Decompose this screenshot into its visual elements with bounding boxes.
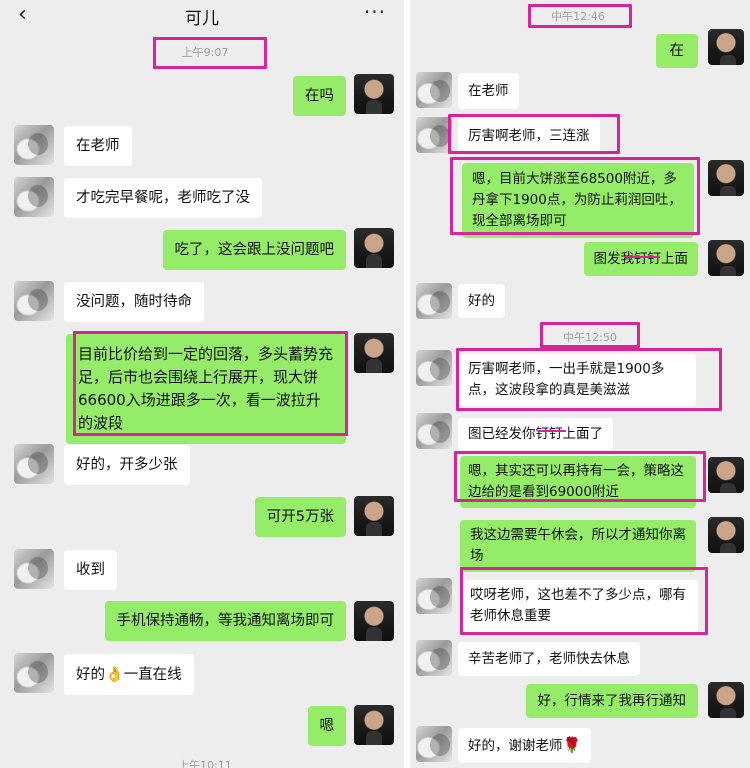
avatar[interactable]: [416, 578, 452, 614]
right-chat-panel: 中午12:46 在 在老师 厉害啊老师，三连涨 嗯，目前大饼涨至68500附近，…: [410, 0, 750, 768]
message-bubble-sent[interactable]: 嗯，目前大饼涨至68500附近，多丹拿下1900点，为防止莉润回吐，现全部离场即…: [462, 163, 694, 238]
ok-hand-emoji-icon: 👌: [105, 665, 124, 683]
chat-header: ‹ 可儿 ···: [0, 0, 404, 30]
avatar[interactable]: [416, 283, 452, 319]
message-bubble-sent[interactable]: 嗯，其实还可以再持有一会，策略这边给的是看到69000附近: [460, 456, 696, 508]
avatar[interactable]: [354, 228, 394, 268]
avatar[interactable]: [14, 653, 54, 693]
message-bubble-sent[interactable]: 在: [655, 34, 698, 68]
message-bubble-sent[interactable]: 可开5万张: [254, 497, 346, 537]
message-bubble-received[interactable]: 厉害啊老师，一出手就是1900多点，这波段拿的真是美滋滋: [460, 354, 696, 406]
message-bubble-received[interactable]: 收到: [64, 550, 117, 590]
message-bubble-received[interactable]: 图已经发你钉钉上面了: [458, 418, 613, 450]
message-bubble-received[interactable]: 好的: [458, 284, 505, 318]
avatar[interactable]: [708, 240, 744, 276]
message-text: 一直在线: [123, 667, 182, 683]
strikethrough-mark: [538, 430, 566, 432]
avatar[interactable]: [354, 496, 394, 536]
message-bubble-sent[interactable]: 嗯: [307, 706, 346, 746]
message-bubble-received[interactable]: 在老师: [64, 126, 132, 166]
avatar[interactable]: [416, 117, 452, 153]
message-bubble-sent[interactable]: 我这边需要午休会，所以才通知你离场: [460, 520, 696, 572]
message-bubble-sent[interactable]: 吃了，这会跟上没问题吧: [162, 230, 346, 270]
avatar[interactable]: [354, 705, 394, 745]
avatar[interactable]: [416, 413, 452, 449]
avatar[interactable]: [708, 29, 744, 65]
message-bubble-received[interactable]: 辛苦老师了，老师快去休息: [458, 642, 640, 676]
timestamp: 中午12:50: [563, 331, 617, 344]
rose-emoji-icon: 🌹: [562, 736, 582, 754]
avatar[interactable]: [416, 726, 452, 762]
avatar[interactable]: [708, 160, 744, 196]
chat-title: 可儿: [185, 9, 219, 29]
message-bubble-received[interactable]: 没问题，随时待命: [64, 282, 204, 322]
avatar[interactable]: [354, 74, 394, 114]
avatar[interactable]: [14, 549, 54, 589]
message-bubble-sent[interactable]: 手机保持通畅，等我通知离场即可: [104, 601, 346, 641]
message-bubble-sent[interactable]: 好，行情来了我再行通知: [525, 684, 698, 718]
message-text: 好的，谢谢老师: [468, 738, 563, 754]
message-bubble-received[interactable]: 哎呀老师，这也差不了多少点，哪有老师休息重要: [462, 580, 698, 632]
message-bubble-received[interactable]: 在老师: [458, 73, 519, 109]
avatar[interactable]: [14, 125, 54, 165]
message-bubble-received[interactable]: 好的，谢谢老师🌹: [458, 728, 592, 763]
avatar[interactable]: [354, 333, 394, 373]
more-icon[interactable]: ···: [364, 0, 386, 24]
message-bubble-received[interactable]: 好的，开多少张: [64, 445, 190, 485]
avatar[interactable]: [14, 177, 54, 217]
message-text: 好的: [76, 667, 105, 683]
message-bubble-sent[interactable]: 图发我钉钉上面: [583, 242, 698, 276]
message-bubble-sent[interactable]: 在吗: [293, 76, 346, 116]
avatar[interactable]: [416, 640, 452, 676]
timestamp: 上午10:11: [178, 759, 232, 768]
avatar[interactable]: [708, 457, 744, 493]
message-bubble-received[interactable]: 厉害啊老师，三连涨: [458, 118, 600, 154]
timestamp: 上午9:07: [181, 46, 229, 59]
avatar[interactable]: [354, 601, 394, 641]
avatar[interactable]: [14, 281, 54, 321]
left-chat-panel: ‹ 可儿 ··· 上午9:07 在吗 在老师 才吃完早餐呢，老师吃了没 吃了，这…: [0, 0, 404, 768]
timestamp: 中午12:46: [551, 10, 605, 23]
message-bubble-received[interactable]: 好的👌一直在线: [64, 654, 194, 695]
avatar[interactable]: [708, 682, 744, 718]
avatar[interactable]: [14, 444, 54, 484]
avatar[interactable]: [416, 72, 452, 108]
message-bubble-received[interactable]: 才吃完早餐呢，老师吃了没: [64, 178, 262, 218]
message-bubble-sent[interactable]: 目前比价给到一定的回落，多头蓄势充足，后市也会围绕上行展开，现大饼66600入场…: [66, 334, 346, 444]
avatar[interactable]: [708, 517, 744, 553]
avatar[interactable]: [416, 350, 452, 386]
strikethrough-mark: [624, 256, 660, 258]
